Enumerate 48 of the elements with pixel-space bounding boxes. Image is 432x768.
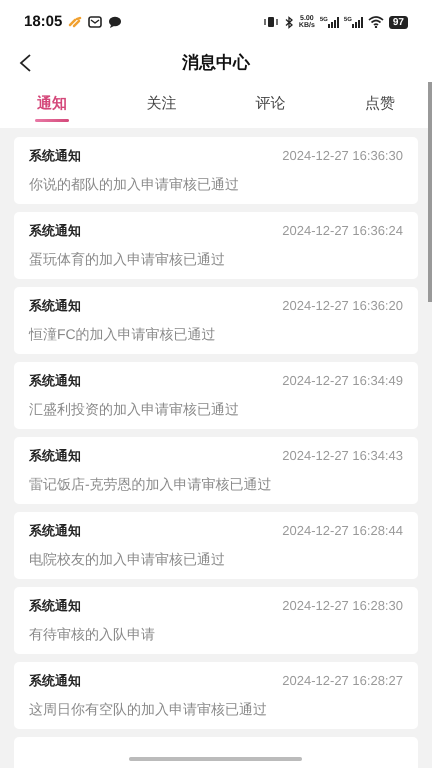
notification-title: 系统通知 — [29, 597, 81, 615]
notification-card[interactable]: 系统通知 2024-12-27 16:28:44 电院校友的加入申请审核已通过 — [14, 512, 418, 579]
vibrate-icon — [262, 16, 279, 28]
notification-card[interactable]: 系统通知 2024-12-27 16:36:20 恒潼FC的加入申请审核已通过 — [14, 287, 418, 354]
notification-title: 系统通知 — [29, 672, 81, 690]
signal-icon — [328, 16, 339, 28]
notification-title: 系统通知 — [29, 147, 81, 165]
notification-card[interactable]: 系统通知 2024-12-27 16:36:24 蛋玩体育的加入申请审核已通过 — [14, 212, 418, 279]
tab[interactable]: 通知 — [37, 94, 67, 122]
notification-card[interactable]: 系统通知 2024-12-27 16:28:27 这周日你有空队的加入申请审核已通过 — [14, 662, 418, 729]
notification-time: 2024-12-27 16:28:30 — [282, 597, 403, 615]
notification-message: 电院校友的加入申请审核已通过 — [29, 550, 226, 569]
notification-time: 2024-12-27 16:28:27 — [282, 672, 403, 690]
page-title: 消息中心 — [182, 52, 250, 74]
mail-icon — [88, 16, 102, 28]
back-icon[interactable] — [18, 54, 32, 72]
notification-time: 2024-12-27 16:28:44 — [282, 522, 403, 540]
battery-level: 97 — [388, 16, 408, 28]
tab[interactable]: 评论 — [256, 94, 286, 122]
notification-card[interactable]: 系统通知 2024-12-27 16:36:30 你说的都队的加入申请审核已通过 — [14, 137, 418, 204]
app-notification-icon — [68, 16, 82, 28]
notification-title: 系统通知 — [29, 447, 81, 465]
notification-card[interactable]: 系统通知 2024-12-27 16:34:43 雷记饭店-克劳恩的加入申请审核已通过 — [14, 437, 418, 504]
notification-time: 2024-12-27 16:36:20 — [282, 297, 403, 315]
notification-message: 有待审核的入队申请 — [29, 625, 156, 644]
notification-title: 系统通知 — [29, 297, 81, 315]
notification-time: 2024-12-27 16:34:49 — [282, 372, 403, 390]
bluetooth-icon — [284, 16, 294, 28]
tab[interactable]: 点赞 — [364, 94, 395, 122]
chat-bubble-icon — [108, 16, 122, 28]
wifi-icon — [368, 16, 384, 28]
notification-message: 这周日你有空队的加入申请审核已通过 — [29, 700, 268, 719]
notification-card[interactable]: 系统通知 2024-12-27 16:28:30 有待审核的入队申请 — [14, 587, 418, 654]
notification-time: 2024-12-27 16:36:24 — [282, 222, 403, 240]
notification-message: 恒潼FC的加入申请审核已通过 — [29, 325, 217, 344]
notification-title: 系统通知 — [29, 372, 81, 390]
notification-message: 蛋玩体育的加入申请审核已通过 — [29, 250, 226, 269]
status-time: 18:05 — [24, 12, 62, 32]
notification-message: 汇盛利投资的加入申请审核已通过 — [29, 400, 240, 419]
notification-time: 2024-12-27 16:36:30 — [282, 147, 403, 165]
notification-title: 系统通知 — [29, 222, 81, 240]
notification-time: 2024-12-27 16:34:43 — [282, 447, 403, 465]
notification-message: 你说的都队的加入申请审核已通过 — [29, 175, 240, 194]
notification-title: 系统通知 — [29, 522, 81, 540]
tab[interactable]: 关注 — [146, 94, 176, 122]
notification-message: 雷记饭店-克劳恩的加入申请审核已通过 — [29, 475, 273, 494]
notification-card[interactable]: 系统通知 2024-12-27 16:34:49 汇盛利投资的加入申请审核已通过 — [14, 362, 418, 429]
signal-icon — [352, 16, 363, 28]
